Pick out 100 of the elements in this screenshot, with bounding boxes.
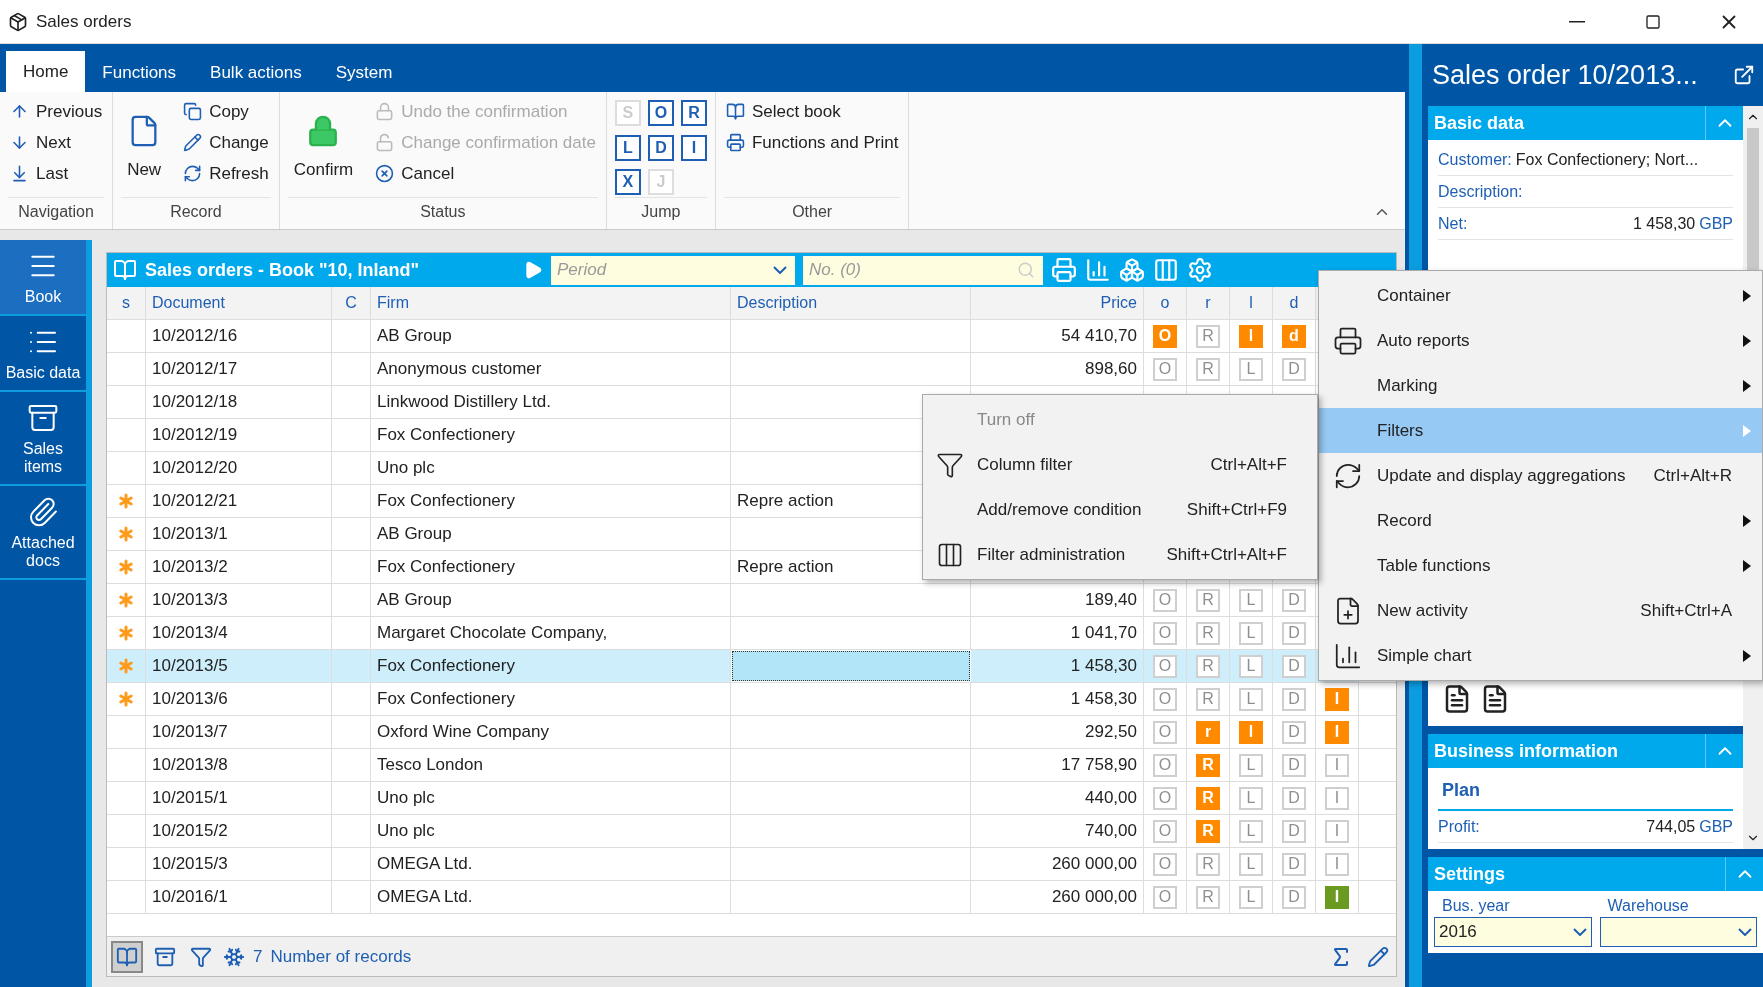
ribbon-tab[interactable]: Functions: [85, 54, 194, 92]
table-cell[interactable]: 10/2013/8: [146, 749, 332, 781]
column-header[interactable]: Price: [971, 287, 1144, 319]
submenu-arrow-icon: [1743, 514, 1751, 527]
jump-button[interactable]: I: [680, 134, 707, 161]
table-cell[interactable]: 10/2013/4: [146, 617, 332, 649]
menu-item[interactable]: Marking: [1319, 363, 1762, 408]
number-field[interactable]: No. (0): [803, 255, 1043, 285]
table-cell[interactable]: 10/2012/20: [146, 452, 332, 484]
dropdown-field[interactable]: 2016: [1434, 917, 1592, 947]
unlocked-icon: [375, 133, 395, 152]
status-flag: R: [1196, 819, 1220, 843]
table-cell: 54 410,70: [971, 320, 1144, 352]
jump-button[interactable]: D: [647, 134, 674, 161]
section-title: Business information: [1434, 740, 1619, 762]
printer-icon[interactable]: [1051, 257, 1077, 283]
ribbon-tab[interactable]: Bulk actions: [193, 54, 319, 92]
status-flag: L: [1239, 852, 1263, 876]
refresh-icon: [183, 164, 203, 183]
table-cell[interactable]: 10/2012/17: [146, 353, 332, 385]
period-field[interactable]: Period: [551, 255, 795, 285]
ribbon-button[interactable]: Change: [181, 129, 271, 156]
column-header[interactable]: o: [1144, 287, 1187, 319]
popout-icon[interactable]: [1733, 64, 1755, 86]
column-header[interactable]: Document: [146, 287, 332, 319]
column-header[interactable]: Firm: [371, 287, 731, 319]
ribbon-button[interactable]: Previous: [8, 98, 105, 125]
ribbon-button[interactable]: Functions and Print: [723, 129, 901, 156]
table-cell[interactable]: 10/2013/2: [146, 551, 332, 583]
menu-item[interactable]: Update and display aggregations Ctrl+Alt+R: [1319, 453, 1762, 498]
detail-title: Sales order 10/2013...: [1432, 59, 1699, 91]
settings-icon[interactable]: [1187, 257, 1213, 283]
column-header[interactable]: l: [1230, 287, 1273, 319]
book-view-button[interactable]: [111, 940, 143, 973]
jump-button[interactable]: L: [614, 134, 641, 161]
status-flag: L: [1239, 819, 1263, 843]
group-label: Record: [121, 197, 271, 229]
ribbon-button[interactable]: Last: [8, 160, 105, 187]
sidebar-item[interactable]: Attached docs: [0, 486, 86, 580]
jump-button[interactable]: R: [680, 100, 707, 126]
sidebar-item[interactable]: Sales items: [0, 392, 86, 486]
menu-item[interactable]: Auto reports: [1319, 318, 1762, 363]
table-cell[interactable]: 10/2012/16: [146, 320, 332, 352]
lock-icon: [375, 102, 395, 121]
status-flag: D: [1282, 687, 1306, 711]
ribbon-large-button[interactable]: Confirm: [287, 96, 360, 197]
ribbon-button[interactable]: Copy: [181, 98, 271, 125]
ribbon-tab[interactable]: Home: [6, 51, 86, 92]
menu-item[interactable]: New activity Shift+Ctrl+A: [1319, 588, 1762, 633]
status-flag: L: [1239, 753, 1263, 777]
status-flag: O: [1153, 687, 1177, 711]
menu-item[interactable]: Simple chart: [1319, 633, 1762, 678]
table-cell[interactable]: 10/2012/18: [146, 386, 332, 418]
column-header[interactable]: d: [1273, 287, 1316, 319]
table-cell[interactable]: 10/2016/1: [146, 881, 332, 913]
column-header[interactable]: s: [107, 287, 146, 319]
focused-cell[interactable]: [732, 651, 970, 681]
status-flag: D: [1282, 753, 1306, 777]
status-flag: O: [1153, 720, 1177, 744]
paperclip-icon: [27, 496, 59, 528]
status-flag: O: [1153, 588, 1177, 612]
jump-button[interactable]: X: [614, 169, 641, 196]
dropdown-field[interactable]: [1599, 917, 1757, 947]
status-flag: O: [1153, 885, 1177, 909]
status-flag: I: [1325, 786, 1349, 810]
cubes-icon[interactable]: [1119, 257, 1145, 283]
menu-item[interactable]: Table functions: [1319, 543, 1762, 588]
column-header[interactable]: r: [1187, 287, 1230, 319]
table-cell[interactable]: 10/2015/1: [146, 782, 332, 814]
ribbon-button[interactable]: Select book: [723, 98, 901, 125]
menu-item[interactable]: Container: [1319, 273, 1762, 318]
status-flag: L: [1239, 621, 1263, 645]
menu-item[interactable]: Record: [1319, 498, 1762, 543]
table-cell[interactable]: 10/2015/2: [146, 815, 332, 847]
sidebar-item[interactable]: Basic data: [0, 316, 86, 392]
table-cell[interactable]: 10/2013/6: [146, 683, 332, 715]
jump-button[interactable]: O: [647, 100, 674, 126]
table-cell[interactable]: 10/2013/3: [146, 584, 332, 616]
menu-item[interactable]: Filters: [1319, 408, 1762, 453]
table-cell[interactable]: 10/2013/7: [146, 716, 332, 748]
ribbon-tab[interactable]: System: [318, 54, 410, 92]
column-header[interactable]: C: [332, 287, 371, 319]
menu-item[interactable]: Column filter Ctrl+Alt+F: [923, 442, 1317, 487]
table-cell[interactable]: 10/2012/19: [146, 419, 332, 451]
table-cell[interactable]: 10/2013/1: [146, 518, 332, 550]
table-cell[interactable]: 10/2013/5: [146, 650, 332, 682]
ribbon-button[interactable]: Refresh: [181, 160, 271, 187]
table-cell[interactable]: 10/2012/21: [146, 485, 332, 517]
column-header[interactable]: Description: [731, 287, 971, 319]
table-cell[interactable]: 10/2015/3: [146, 848, 332, 880]
field-value: 1 458,30: [1632, 214, 1696, 233]
chart-icon[interactable]: [1085, 257, 1111, 283]
ribbon-button[interactable]: Next: [8, 129, 105, 156]
ribbon-button[interactable]: Cancel: [373, 160, 598, 187]
play-icon[interactable]: [523, 260, 543, 280]
status-flag: D: [1282, 357, 1306, 381]
columns-icon[interactable]: [1153, 257, 1179, 283]
record-count: 7: [253, 946, 263, 967]
ribbon-large-button[interactable]: New: [121, 96, 168, 197]
sidebar-item[interactable]: Book: [0, 240, 86, 316]
